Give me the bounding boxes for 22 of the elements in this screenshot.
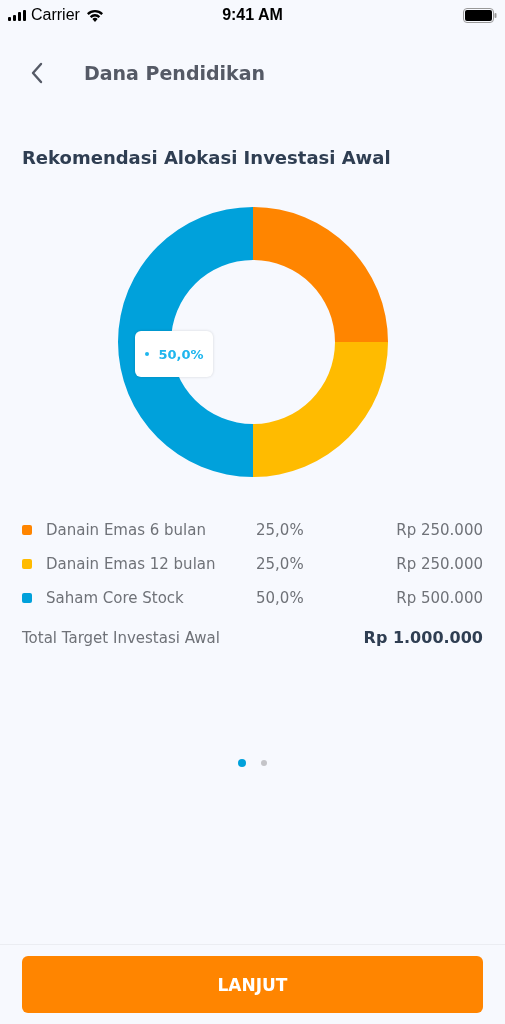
total-label: Total Target Investasi Awal <box>22 628 220 647</box>
fund-name: Saham Core Stock <box>46 589 185 607</box>
page-title: Dana Pendidikan <box>84 62 266 84</box>
fund-percent: 25,0% <box>256 555 305 573</box>
page-dot[interactable] <box>238 759 246 767</box>
fund-amount: Rp 250.000 <box>396 555 483 573</box>
fund-percent: 25,0% <box>256 521 305 539</box>
fund-name: Danain Emas 6 bulan <box>46 521 207 539</box>
section-title: Rekomendasi Alokasi Investasi Awal <box>22 147 392 168</box>
signal-icon <box>8 9 26 21</box>
fund-amount: Rp 500.000 <box>396 589 483 607</box>
wifi-icon <box>85 8 104 22</box>
continue-button[interactable]: LANJUT <box>22 956 483 1013</box>
fund-percent: 50,0% <box>256 589 305 607</box>
status-time: 9:41 AM <box>222 6 283 24</box>
battery-icon <box>463 7 497 23</box>
page-dot[interactable] <box>261 760 267 766</box>
total-amount: Rp 1.000.000 <box>363 628 483 647</box>
carrier-name: Carrier <box>31 6 80 24</box>
fund-amount: Rp 250.000 <box>396 521 483 539</box>
fund-name: Danain Emas 12 bulan <box>46 555 217 573</box>
tooltip-value: 50,0% <box>158 346 204 362</box>
